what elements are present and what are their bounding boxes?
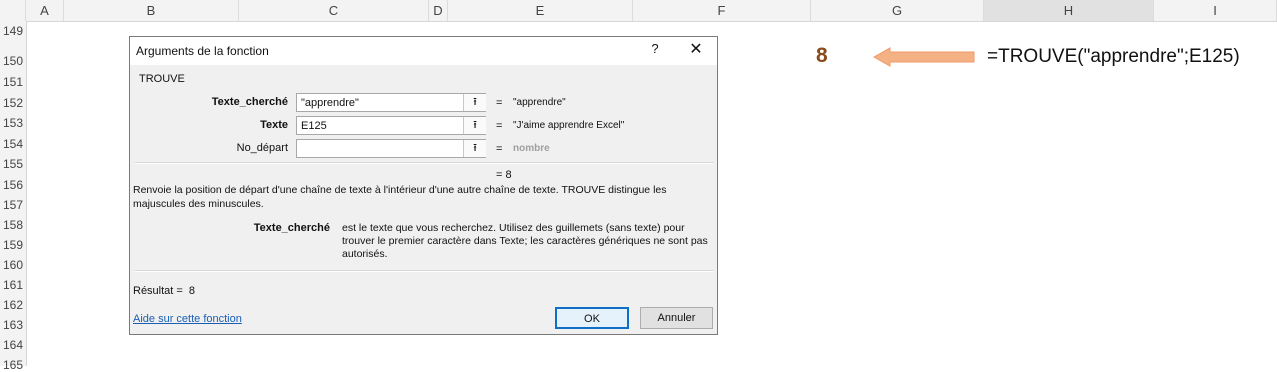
- collapse-dialog-icon[interactable]: ⭱: [463, 117, 486, 134]
- help-link[interactable]: Aide sur cette fonction: [133, 313, 242, 325]
- row-header[interactable]: 154: [0, 137, 26, 151]
- arg-evaluated-value: nombre: [513, 143, 550, 154]
- dialog-titlebar[interactable]: Arguments de la fonction ? ✕: [130, 37, 717, 65]
- select-all-corner[interactable]: [0, 0, 26, 21]
- column-header-bar: A B C D E F G H I: [0, 0, 1277, 22]
- equals-sign: =: [496, 120, 503, 132]
- collapse-dialog-icon[interactable]: ⭱: [463, 140, 486, 157]
- collapse-dialog-icon[interactable]: ⭱: [463, 94, 486, 111]
- arg-input-texte[interactable]: E125: [296, 116, 486, 135]
- function-description: Renvoie la position de départ d'une chaî…: [133, 184, 667, 210]
- arg-label-texte-cherche: Texte_cherché: [211, 96, 288, 108]
- resultat-row: Résultat = 8: [133, 285, 195, 297]
- formula-result: = 8: [496, 169, 512, 181]
- row-header[interactable]: 158: [0, 218, 26, 232]
- row-header[interactable]: 159: [0, 238, 26, 252]
- arg-help-text: est le texte que vous recherchez. Utilis…: [342, 222, 708, 260]
- row-header[interactable]: 165: [0, 358, 26, 372]
- row-header[interactable]: 160: [0, 258, 26, 272]
- cancel-button[interactable]: Annuler: [640, 307, 713, 329]
- column-header-f[interactable]: F: [633, 0, 811, 21]
- row-header[interactable]: 156: [0, 178, 26, 192]
- column-header-g[interactable]: G: [811, 0, 984, 21]
- arg-input-no-depart[interactable]: [296, 139, 486, 158]
- row-header[interactable]: 164: [0, 338, 26, 352]
- column-header-b[interactable]: B: [64, 0, 239, 21]
- column-header-i[interactable]: I: [1154, 0, 1277, 21]
- row-header[interactable]: 155: [0, 157, 26, 171]
- arg-evaluated-value: "J'aime apprendre Excel": [513, 120, 625, 131]
- help-button[interactable]: ?: [648, 41, 662, 56]
- row-header[interactable]: 149: [0, 24, 26, 38]
- cell-result-value[interactable]: 8: [816, 44, 828, 68]
- row-header[interactable]: 150: [0, 54, 26, 68]
- divider: [135, 163, 714, 164]
- arg-label-texte: Texte: [260, 119, 288, 131]
- column-header-c[interactable]: C: [239, 0, 429, 21]
- divider: [135, 271, 714, 272]
- dialog-title: Arguments de la fonction: [136, 44, 269, 58]
- function-arguments-dialog: Arguments de la fonction ? ✕ TROUVE Text…: [129, 36, 718, 335]
- formula-annotation: =TROUVE("apprendre";E125): [987, 46, 1240, 67]
- column-header-e[interactable]: E: [448, 0, 633, 21]
- arg-input-texte-cherche[interactable]: "apprendre": [296, 93, 486, 112]
- row-header[interactable]: 162: [0, 298, 26, 312]
- ok-button[interactable]: OK: [555, 307, 629, 329]
- row-header-bar: 149 150 151 152 153 154 155 156 157 158 …: [0, 21, 27, 372]
- resultat-label: Résultat =: [133, 285, 183, 297]
- function-name: TROUVE: [139, 73, 185, 85]
- row-header[interactable]: 151: [0, 75, 26, 89]
- arg-evaluated-value: "apprendre": [513, 97, 566, 108]
- row-header[interactable]: 163: [0, 318, 26, 332]
- arg-label-no-depart: No_départ: [236, 142, 288, 154]
- row-header[interactable]: 153: [0, 116, 26, 130]
- equals-sign: =: [496, 143, 503, 155]
- row-header[interactable]: 157: [0, 198, 26, 212]
- left-arrow-icon: [872, 47, 975, 67]
- column-header-h[interactable]: H: [984, 0, 1154, 21]
- arg-help-name: Texte_cherché: [253, 222, 330, 234]
- close-button[interactable]: ✕: [688, 39, 704, 59]
- row-header[interactable]: 152: [0, 96, 26, 110]
- resultat-value: 8: [188, 285, 195, 297]
- equals-sign: =: [496, 97, 503, 109]
- column-header-d[interactable]: D: [429, 0, 448, 21]
- spreadsheet: A B C D E F G H I 149 150 151 152 153 15…: [0, 0, 1277, 372]
- row-header[interactable]: 161: [0, 278, 26, 292]
- column-header-a[interactable]: A: [26, 0, 64, 21]
